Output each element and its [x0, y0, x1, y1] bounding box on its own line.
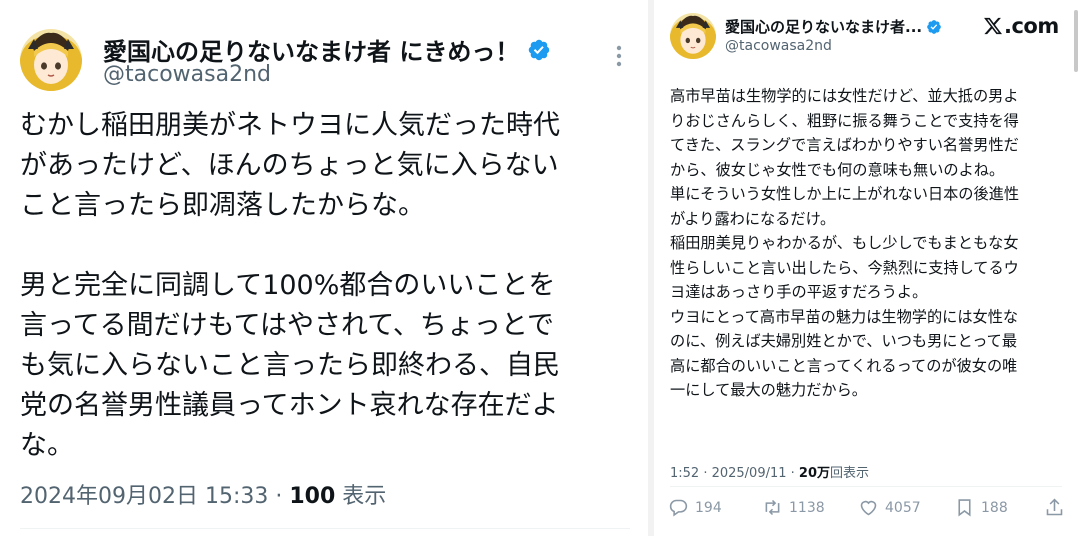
like-icon [860, 500, 877, 516]
repost-button[interactable]: 1138 [762, 497, 825, 518]
tweet-line: 党の名誉男性議員ってホント哀れな存在だよ [20, 390, 559, 421]
bookmark-button[interactable]: 188 [954, 497, 1008, 518]
tweet-line: 男と完全に同調して100%都合のいいことを [20, 270, 556, 301]
repost-count: 1138 [789, 499, 825, 516]
like-count: 4057 [885, 499, 921, 516]
tweet-line: こと言ったら即凋落したからな。 [20, 190, 425, 221]
tweet-line: も気に入らないこと言ったら即終わる、自民 [20, 350, 560, 381]
tweet-text: 高市早苗は生物学的には女性だけど、並大抵の男よ りおじさんらしく、粗野に振る舞う… [670, 84, 1062, 403]
tweet-line: 性らしいこと言い出したら、今熱烈に支持してるウ [670, 258, 1019, 277]
tweet-line: 高市早苗は生物学的には女性だけど、並大抵の男よ [670, 87, 1019, 105]
tweet-line: ヨ達はあっさり手の平返すだろうよ。 [670, 283, 928, 301]
action-bar: 194 1138 4057 188 [668, 497, 1068, 521]
bookmark-icon [958, 499, 971, 517]
x-logo[interactable]: .com [983, 14, 1059, 38]
tweet-meta: 2024年09月02日 15:33 · 100 表示 [20, 478, 386, 510]
display-name[interactable]: 愛国心の足りないなまけ者... [725, 16, 922, 37]
verified-badge-icon [529, 39, 550, 60]
tweet-line: むかし稲田朋美がネトウヨに人気だった時代 [20, 110, 560, 141]
x-logo-icon [984, 17, 1003, 35]
bookmark-count: 188 [981, 499, 1008, 516]
share-button[interactable] [1044, 497, 1071, 518]
divider-line [20, 528, 630, 529]
tweet-text: むかし稲田朋美がネトウヨに人気だった時代 があったけど、ほんのちょっと気に入らな… [20, 106, 630, 466]
tweet-line: 高に都合のいいこと言ってくれるってのが彼女の唯 [670, 356, 1018, 375]
share-icon [1046, 498, 1063, 516]
tweet-line: 稲田朋美見りゃわかるが、もし少しでもまともな女 [670, 234, 1019, 252]
reply-button[interactable]: 194 [668, 497, 722, 518]
tweet-line: ウヨにとって高市早苗の魅力は生物学的には女性な [670, 307, 1019, 326]
tweet-line: 一にして最大の魅力だから。 [670, 381, 867, 399]
reply-count: 194 [695, 499, 722, 516]
views-label: 表示 [335, 484, 387, 509]
tweet-line: 言ってる間だけもてはやされて、ちょっとで [20, 310, 555, 341]
avatar[interactable] [670, 13, 716, 59]
more-options-icon[interactable] [612, 44, 626, 68]
left-tweet-card: 愛国心の足りないなまけ者 にきめっ！ @tacowasa2nd むかし稲田朋美が… [0, 0, 648, 536]
tweet-line: 単にそういう女性しか上に上がれない日本の後進性 [670, 185, 1020, 203]
handle[interactable]: @tacowasa2nd [725, 38, 832, 54]
scrollbar[interactable] [1074, 10, 1078, 72]
avatar[interactable] [20, 29, 82, 91]
tweet-line: があったけど、ほんのちょっと気に入らない [20, 150, 559, 181]
reply-icon [669, 499, 688, 517]
x-logo-text: .com [1004, 14, 1059, 38]
right-tweet-card: 愛国心の足りないなまけ者... @tacowasa2nd .com 高市早苗は生… [654, 0, 1080, 536]
verified-badge-icon [927, 19, 941, 34]
timestamp[interactable]: 2024年09月02日 15:33 · [20, 484, 289, 509]
display-name-row: 愛国心の足りないなまけ者... [725, 16, 942, 37]
repost-icon [765, 499, 780, 516]
tweet-line: な。 [20, 430, 74, 461]
views-label: 回表示 [830, 466, 870, 481]
tweet-line: のに、例えば夫婦別姓とかで、いつも男にとって最 [670, 332, 1018, 350]
timestamp[interactable]: 1:52 · 2025/09/11 · [670, 466, 799, 481]
tweet-line: から、彼女じゃ女性でも何の意味も無いのよね。 [670, 160, 1005, 179]
tweet-line: てきた、スラングで言えばわかりやすい名誉男性だ [670, 136, 1019, 154]
tweet-line: りおじさんらしく、粗野に振る舞うことで支持を得 [670, 111, 1019, 130]
divider-line [670, 486, 1062, 487]
handle[interactable]: @tacowasa2nd [103, 62, 271, 87]
tweet-line: がより露わになるだけ。 [670, 209, 836, 228]
tweet-meta: 1:52 · 2025/09/11 · 20万回表示 [670, 462, 869, 481]
views-count: 100 [289, 484, 336, 509]
views-count: 20万 [798, 466, 831, 481]
like-button[interactable]: 4057 [858, 497, 921, 518]
